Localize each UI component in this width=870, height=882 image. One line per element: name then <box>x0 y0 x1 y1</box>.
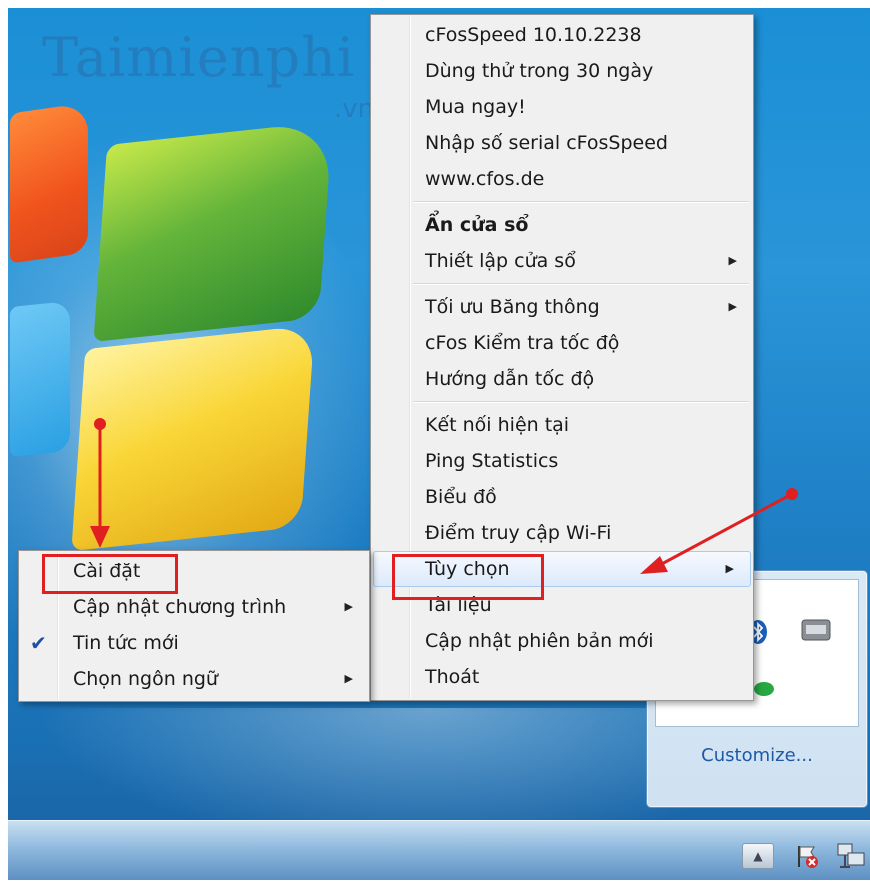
submenu-arrow-icon: ▶ <box>344 672 353 685</box>
menu-separator <box>413 201 749 203</box>
submenu-arrow-icon: ▶ <box>728 300 737 313</box>
menu-item-update-program[interactable]: Cập nhật chương trình ▶ <box>19 589 369 625</box>
windows-logo-yellow-pane <box>71 324 315 552</box>
menu-item-label: Mua ngay! <box>425 96 526 118</box>
menu-item-label: Điểm truy cập Wi-Fi <box>425 522 612 544</box>
menu-item-label: Nhập số serial cFosSpeed <box>425 132 668 154</box>
menu-item-buy-now[interactable]: Mua ngay! <box>371 89 753 125</box>
taskbar: ▲ <box>8 820 870 880</box>
green-status-icon[interactable] <box>753 681 775 697</box>
menu-item-label: Thoát <box>425 666 480 688</box>
windows-logo-red-pane <box>10 102 88 264</box>
menu-item-enter-serial[interactable]: Nhập số serial cFosSpeed <box>371 125 753 161</box>
desktop-screenshot: Taimienphi .vn Customize... cFosSpeed 10… <box>8 8 870 880</box>
menu-item-label: Thiết lập cửa sổ <box>425 250 576 272</box>
action-center-flag-icon[interactable] <box>794 843 820 869</box>
windows-logo-green-pane <box>93 121 333 342</box>
menu-item-label: Cập nhật phiên bản mới <box>425 630 654 652</box>
menu-item-speed-guide[interactable]: Hướng dẫn tốc độ <box>371 361 753 397</box>
watermark: Taimienphi <box>42 26 356 89</box>
submenu-arrow-icon: ▶ <box>728 254 737 267</box>
checkmark-icon: ✔ <box>30 631 47 655</box>
menu-item-current-connection[interactable]: Kết nối hiện tại <box>371 407 753 443</box>
menu-item-version[interactable]: cFosSpeed 10.10.2238 <box>371 17 753 53</box>
menu-item-trial[interactable]: Dùng thử trong 30 ngày <box>371 53 753 89</box>
menu-item-website[interactable]: www.cfos.de <box>371 161 753 197</box>
menu-item-optimize-bandwidth[interactable]: Tối ưu Băng thông ▶ <box>371 289 753 325</box>
menu-item-news[interactable]: ✔ Tin tức mới <box>19 625 369 661</box>
menu-item-label: Cập nhật chương trình <box>73 596 287 618</box>
show-hidden-icons-icon[interactable]: ▲ <box>742 843 774 869</box>
menu-item-label: Tối ưu Băng thông <box>425 296 600 318</box>
windows-logo-blue-pane <box>10 300 70 458</box>
menu-item-label: cFos Kiểm tra tốc độ <box>425 332 620 354</box>
menu-separator <box>413 283 749 285</box>
menu-item-label: Kết nối hiện tại <box>425 414 570 436</box>
menu-item-update-version[interactable]: Cập nhật phiên bản mới <box>371 623 753 659</box>
menu-item-label: Hướng dẫn tốc độ <box>425 368 595 390</box>
watermark-suffix: .vn <box>334 94 375 124</box>
vmware-icon[interactable] <box>801 619 831 641</box>
customize-link[interactable]: Customize... <box>647 745 867 766</box>
menu-item-label: Dùng thử trong 30 ngày <box>425 60 654 82</box>
menu-item-charts[interactable]: Biểu đồ <box>371 479 753 515</box>
menu-item-choose-language[interactable]: Chọn ngôn ngữ ▶ <box>19 661 369 697</box>
menu-item-label: Biểu đồ <box>425 486 497 508</box>
menu-item-exit[interactable]: Thoát <box>371 659 753 695</box>
submenu-arrow-icon: ▶ <box>725 562 734 575</box>
annotation-box-options <box>392 554 544 600</box>
menu-item-label: Chọn ngôn ngữ <box>73 668 218 690</box>
submenu-arrow-icon: ▶ <box>344 600 353 613</box>
menu-item-label: www.cfos.de <box>425 168 545 190</box>
menu-item-label: Ping Statistics <box>425 450 559 472</box>
annotation-box-settings <box>42 554 178 594</box>
menu-item-speed-test[interactable]: cFos Kiểm tra tốc độ <box>371 325 753 361</box>
menu-separator <box>413 401 749 403</box>
menu-item-label: Ẩn cửa sổ <box>425 214 529 236</box>
menu-item-ping-statistics[interactable]: Ping Statistics <box>371 443 753 479</box>
menu-item-wifi-hotspot[interactable]: Điểm truy cập Wi-Fi <box>371 515 753 551</box>
menu-item-label: cFosSpeed 10.10.2238 <box>425 24 642 46</box>
menu-item-hide-window[interactable]: Ẩn cửa sổ <box>371 207 753 243</box>
network-icon[interactable] <box>836 841 866 871</box>
menu-item-label: Tin tức mới <box>73 632 179 654</box>
menu-item-window-settings[interactable]: Thiết lập cửa sổ ▶ <box>371 243 753 279</box>
